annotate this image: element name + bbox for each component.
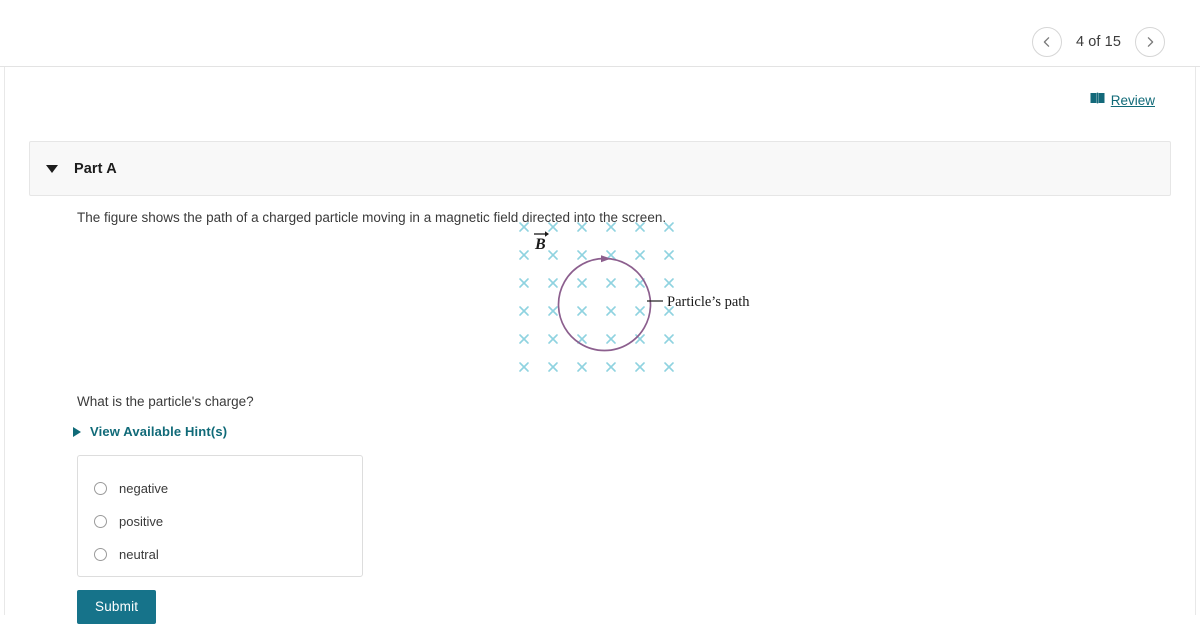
option-neutral[interactable]: neutral <box>78 538 362 571</box>
previous-question-button[interactable] <box>1031 27 1062 57</box>
question-prompt: What is the particle's charge? <box>77 394 254 409</box>
svg-text:B: B <box>534 236 546 253</box>
pagination-control: 4 of 15 <box>1031 27 1165 57</box>
view-hints-toggle[interactable]: View Available Hint(s) <box>73 424 227 439</box>
review-link[interactable]: Review <box>1111 93 1155 108</box>
particle-path-label: Particle’s path <box>667 294 750 310</box>
option-label: neutral <box>119 547 159 562</box>
submit-button[interactable]: Submit <box>77 590 157 624</box>
radio-icon[interactable] <box>94 548 107 561</box>
part-a-title: Part A <box>74 160 117 177</box>
part-a-header[interactable]: Part A <box>30 142 1170 195</box>
review-link-row[interactable]: Review <box>1090 91 1155 109</box>
answer-options-box: negative positive neutral <box>77 455 363 577</box>
option-positive[interactable]: positive <box>78 505 362 538</box>
option-label: negative <box>119 481 169 496</box>
chevron-left-icon <box>1041 36 1053 48</box>
radio-icon[interactable] <box>94 482 107 495</box>
next-question-button[interactable] <box>1135 27 1165 57</box>
part-a-panel: Part A <box>29 141 1171 196</box>
question-frame: Review Part A The figure shows the path … <box>4 67 1196 624</box>
top-bar: 4 of 15 <box>0 0 1200 67</box>
particle-path-circle <box>557 255 652 352</box>
chevron-right-icon <box>1144 36 1156 48</box>
b-field-label: B <box>534 231 549 253</box>
caret-right-icon <box>73 426 81 437</box>
option-label: positive <box>119 514 164 529</box>
magnetic-field-figure: B Particle’s path <box>505 215 755 375</box>
caret-down-icon[interactable] <box>46 164 58 173</box>
view-hints-label: View Available Hint(s) <box>90 424 228 439</box>
page-indicator: 4 of 15 <box>1075 34 1121 50</box>
book-icon <box>1090 91 1105 109</box>
radio-icon[interactable] <box>94 515 107 528</box>
option-negative[interactable]: negative <box>78 472 362 505</box>
